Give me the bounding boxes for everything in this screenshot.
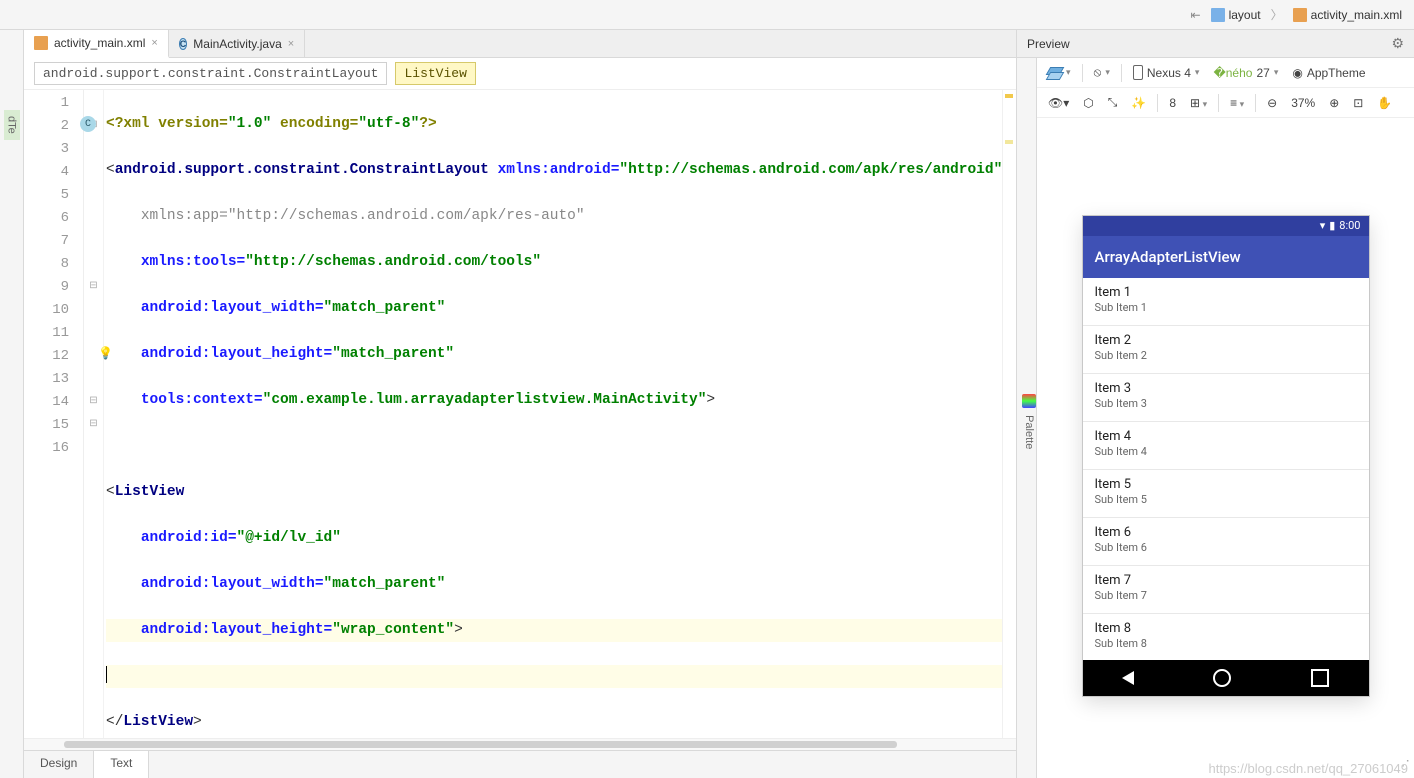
list-item: Item 7Sub Item 7 xyxy=(1083,566,1369,614)
xml-file-icon xyxy=(1293,8,1307,22)
class-gutter-icon[interactable]: C xyxy=(80,116,96,132)
align-dropdown[interactable]: ≡ xyxy=(1227,95,1247,111)
zoom-out-icon[interactable]: ⊖ xyxy=(1264,95,1280,111)
list-item: Item 1Sub Item 1 xyxy=(1083,278,1369,326)
list-item: Item 8Sub Item 8 xyxy=(1083,614,1369,660)
nav-bar xyxy=(1083,660,1369,696)
fold-toggle[interactable]: ⊟ xyxy=(84,412,103,435)
list-item: Item 3Sub Item 3 xyxy=(1083,374,1369,422)
status-time: 8:00 xyxy=(1339,219,1360,232)
crumb-folder-label: layout xyxy=(1229,8,1261,22)
orientation-icon: ⦸ xyxy=(1094,65,1102,80)
orientation-dropdown[interactable]: ⦸ xyxy=(1091,64,1113,81)
scrollbar-thumb[interactable] xyxy=(64,741,897,748)
zoom-in-icon[interactable]: ⊕ xyxy=(1326,95,1342,111)
nav-home-icon xyxy=(1213,669,1231,687)
crumb-file-label: activity_main.xml xyxy=(1311,8,1402,22)
zoom-label: 37% xyxy=(1288,95,1318,111)
java-file-icon: C xyxy=(179,38,188,50)
wand-icon[interactable]: ✨ xyxy=(1128,95,1149,111)
battery-icon: ▮ xyxy=(1329,219,1335,232)
theme-label: AppTheme xyxy=(1307,66,1366,80)
list-item: Item 6Sub Item 6 xyxy=(1083,518,1369,566)
margin-dropdown[interactable]: ⊞ xyxy=(1187,95,1210,111)
default-margin[interactable]: 8 xyxy=(1166,95,1179,111)
pan-icon[interactable]: ✋ xyxy=(1374,95,1395,111)
line-number-gutter: 1 2 3 4 5 6 7 8 9 10 11 12 13 14 15 16 C… xyxy=(24,90,84,738)
close-icon[interactable]: × xyxy=(151,37,157,49)
autoconnect-icon[interactable]: ⤡ xyxy=(1105,94,1121,111)
folder-icon xyxy=(1211,8,1225,22)
tab-main-activity[interactable]: C MainActivity.java × xyxy=(169,30,305,57)
warning-marker[interactable] xyxy=(1005,94,1013,98)
collapse-icon[interactable]: ⇤ xyxy=(1191,8,1201,22)
left-tool-tab[interactable]: dTe xyxy=(4,110,20,140)
text-caret xyxy=(106,666,107,683)
palette-label: Palette xyxy=(1023,415,1035,449)
android-icon: �ného xyxy=(1213,66,1252,80)
warning-marker[interactable] xyxy=(1005,140,1013,144)
device-selector[interactable]: Nexus 4 xyxy=(1130,64,1203,81)
app-bar: ArrayAdapterListView xyxy=(1083,236,1369,278)
marker-strip[interactable] xyxy=(1002,90,1016,738)
nav-recent-icon xyxy=(1311,669,1329,687)
api-selector[interactable]: �ného 27 xyxy=(1210,65,1281,81)
preview-toolbar-2: 👁▾ ⬡ ⤡ ✨ 8 ⊞ ≡ ⊖ 37% ⊕ ⊡ ✋ xyxy=(1037,88,1414,118)
crumb-file[interactable]: activity_main.xml xyxy=(1287,6,1408,24)
layers-icon xyxy=(1048,66,1062,80)
tab-design[interactable]: Design xyxy=(24,751,94,778)
crumb-constraintlayout[interactable]: android.support.constraint.ConstraintLay… xyxy=(34,62,387,85)
magnet-icon[interactable]: ⬡ xyxy=(1080,95,1096,111)
phone-icon xyxy=(1133,65,1143,80)
list-item: Item 4Sub Item 4 xyxy=(1083,422,1369,470)
project-breadcrumb: ⇤ layout 〉 activity_main.xml xyxy=(0,0,1414,30)
close-icon[interactable]: × xyxy=(288,38,294,50)
crumb-separator: 〉 xyxy=(1271,6,1283,23)
gear-icon[interactable]: ⚙ xyxy=(1391,35,1404,52)
code-text[interactable]: <?xml version="1.0" encoding="utf-8"?> <… xyxy=(104,90,1002,738)
tab-label: activity_main.xml xyxy=(54,36,145,50)
left-tool-strip: dTe xyxy=(0,30,24,778)
horizontal-scrollbar[interactable] xyxy=(24,738,1016,750)
crumb-folder[interactable]: layout xyxy=(1205,6,1267,24)
wifi-icon: ▾ xyxy=(1320,219,1326,232)
eye-icon[interactable]: 👁▾ xyxy=(1045,95,1072,111)
device-label: Nexus 4 xyxy=(1147,66,1191,80)
design-surface[interactable]: ▾ ▮ 8:00 ArrayAdapterListView Item 1Sub … xyxy=(1037,118,1414,778)
theme-icon: ◉ xyxy=(1292,66,1302,80)
app-title: ArrayAdapterListView xyxy=(1095,248,1241,266)
list-item: Item 2Sub Item 2 xyxy=(1083,326,1369,374)
tab-activity-main[interactable]: activity_main.xml × xyxy=(24,30,169,58)
nav-back-icon xyxy=(1122,671,1134,685)
code-editor[interactable]: 1 2 3 4 5 6 7 8 9 10 11 12 13 14 15 16 C… xyxy=(24,90,1016,738)
fold-gutter: ⊟ ⊟ ⊟ ⊟ xyxy=(84,90,104,738)
list-item: Item 5Sub Item 5 xyxy=(1083,470,1369,518)
file-tabs: activity_main.xml × C MainActivity.java … xyxy=(24,30,1016,58)
editor-breadcrumb: android.support.constraint.ConstraintLay… xyxy=(24,58,1016,90)
device-frame: ▾ ▮ 8:00 ArrayAdapterListView Item 1Sub … xyxy=(1083,216,1369,696)
api-label: 27 xyxy=(1256,66,1269,80)
palette-icon xyxy=(1022,394,1036,408)
crumb-listview[interactable]: ListView xyxy=(395,62,475,85)
theme-selector[interactable]: ◉ AppTheme xyxy=(1289,65,1368,81)
preview-header: Preview ⚙ xyxy=(1017,30,1414,58)
status-bar: ▾ ▮ 8:00 xyxy=(1083,216,1369,236)
editor-mode-tabs: Design Text xyxy=(24,750,1016,778)
tab-text[interactable]: Text xyxy=(94,751,149,778)
watermark-text: https://blog.csdn.net/qq_27061049 xyxy=(1209,761,1409,776)
fold-toggle[interactable]: ⊟ xyxy=(84,274,103,297)
tab-label: MainActivity.java xyxy=(193,37,281,51)
preview-toolbar-1: ⦸ Nexus 4 �ného 27 ◉ AppTheme xyxy=(1037,58,1414,88)
zoom-fit-icon[interactable]: ⊡ xyxy=(1350,95,1366,111)
list-view: Item 1Sub Item 1 Item 2Sub Item 2 Item 3… xyxy=(1083,278,1369,660)
fold-toggle[interactable]: ⊟ xyxy=(84,389,103,412)
preview-title: Preview xyxy=(1027,37,1070,51)
palette-tab[interactable]: Palette xyxy=(1017,58,1037,778)
design-surface-dropdown[interactable] xyxy=(1045,65,1074,81)
xml-file-icon xyxy=(34,36,48,50)
